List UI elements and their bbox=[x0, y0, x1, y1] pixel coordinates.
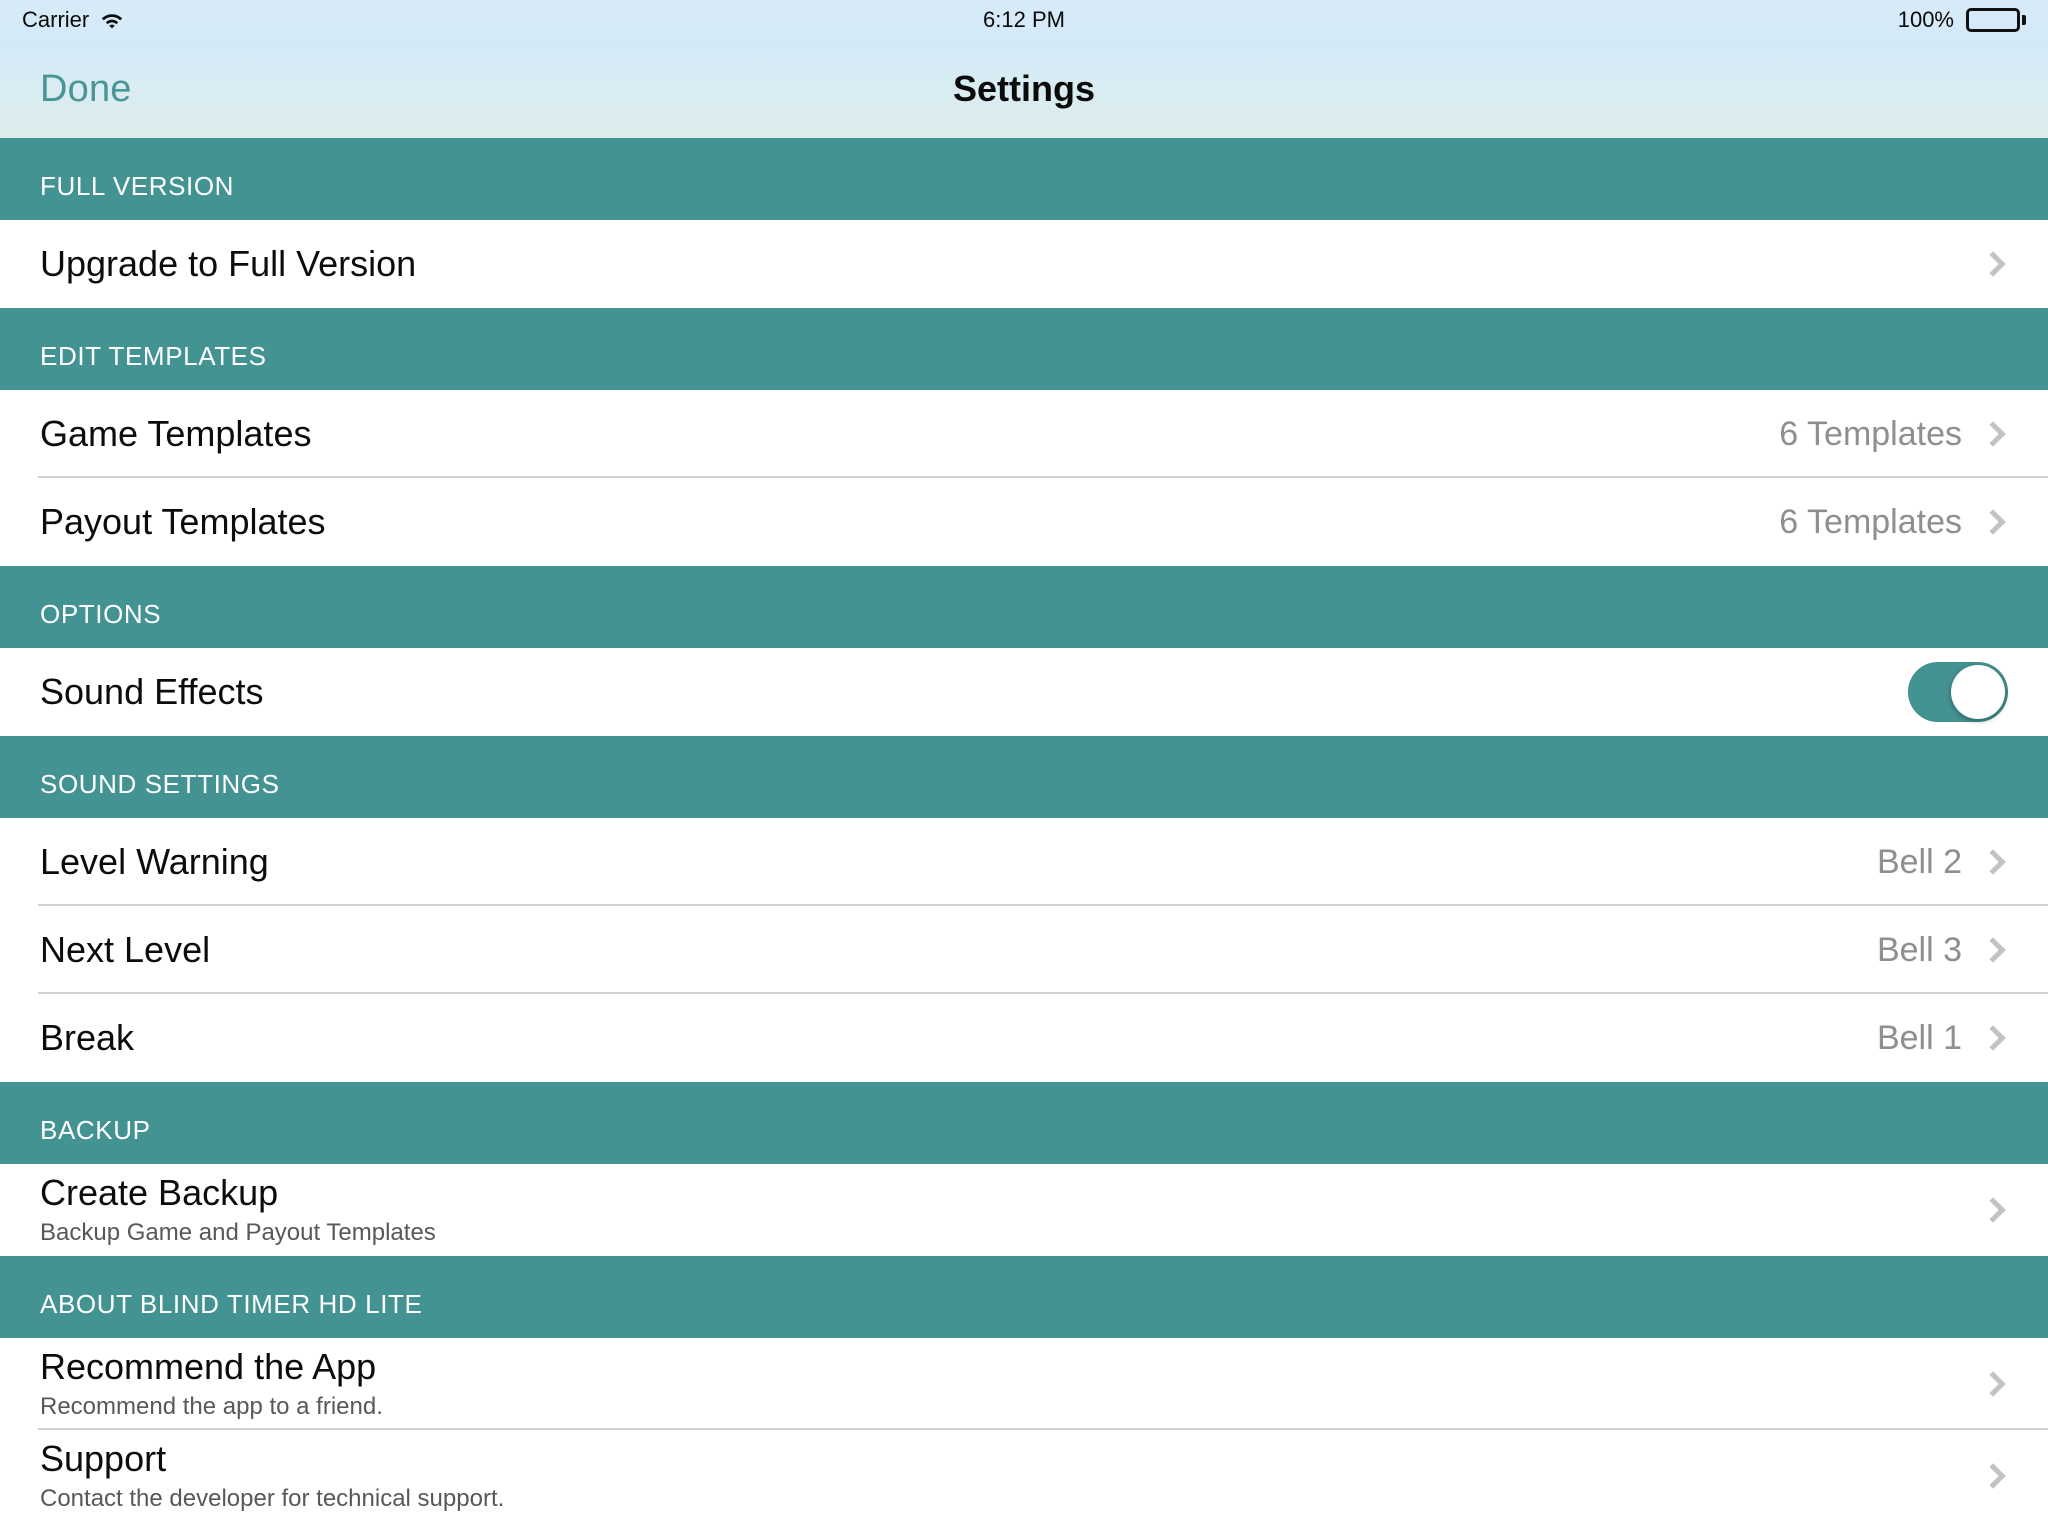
section-header: BACKUP bbox=[0, 1082, 2048, 1164]
row-title: Level Warning bbox=[40, 841, 269, 883]
row-text: Next Level bbox=[40, 929, 210, 971]
row-subtitle: Recommend the app to a friend. bbox=[40, 1393, 383, 1421]
row-text: Payout Templates bbox=[40, 501, 326, 543]
row-subtitle: Contact the developer for technical supp… bbox=[40, 1485, 505, 1513]
row-text: Upgrade to Full Version bbox=[40, 243, 416, 285]
status-bar-center: 6:12 PM bbox=[0, 0, 2048, 40]
chevron-right-icon bbox=[1980, 421, 2006, 447]
row-accessory: 6 Templates bbox=[1779, 415, 2008, 454]
row-title: Break bbox=[40, 1017, 135, 1059]
row-accessory bbox=[1980, 1463, 2008, 1489]
settings-row[interactable]: Recommend the App Recommend the app to a … bbox=[0, 1338, 2048, 1430]
sound-effects-toggle[interactable] bbox=[1908, 662, 2008, 722]
row-text: Sound Effects bbox=[40, 671, 264, 713]
row-title: Recommend the App bbox=[40, 1345, 377, 1387]
section-group: Level Warning Bell 2 Next Level Bell 3 Break… bbox=[0, 818, 2048, 1082]
row-accessory bbox=[1980, 1197, 2008, 1223]
row-detail-value: 6 Templates bbox=[1779, 414, 1962, 453]
settings-row[interactable]: Break Bell 1 bbox=[0, 994, 2048, 1082]
page-title: Settings bbox=[952, 68, 1095, 109]
settings-list: FULL VERSION Upgrade to Full Version EDIT … bbox=[0, 138, 2048, 1522]
row-accessory: Bell 3 bbox=[1877, 931, 2008, 970]
row-title: Upgrade to Full Version bbox=[40, 243, 417, 285]
status-bar: Carrier 6:12 PM 100% bbox=[0, 0, 2048, 40]
row-text: Game Templates bbox=[40, 413, 311, 455]
chevron-right-icon bbox=[1980, 1371, 2006, 1397]
clock-label: 6:12 PM bbox=[983, 7, 1065, 32]
wifi-icon bbox=[99, 10, 125, 30]
row-accessory: Bell 2 bbox=[1877, 843, 2008, 882]
row-text: Recommend the App Recommend the app to a … bbox=[40, 1346, 383, 1423]
row-title: Sound Effects bbox=[40, 671, 264, 713]
row-detail-value: 6 Templates bbox=[1779, 502, 1962, 541]
section-group: Upgrade to Full Version bbox=[0, 220, 2048, 308]
row-title: Next Level bbox=[40, 929, 211, 971]
settings-row[interactable]: Next Level Bell 3 bbox=[0, 906, 2048, 994]
chevron-right-icon bbox=[1980, 849, 2006, 875]
section-group: Sound Effects bbox=[0, 648, 2048, 736]
section-header: SOUND SETTINGS bbox=[0, 736, 2048, 818]
section-header: ABOUT BLIND TIMER HD LITE bbox=[0, 1256, 2048, 1338]
chevron-right-icon bbox=[1980, 1025, 2006, 1051]
row-detail-value: Bell 2 bbox=[1876, 842, 1962, 881]
settings-row[interactable]: Upgrade to Full Version bbox=[0, 220, 2048, 308]
row-accessory: Bell 1 bbox=[1877, 1019, 2008, 1058]
row-accessory: 6 Templates bbox=[1779, 503, 2008, 542]
row-text: Create Backup Backup Game and Payout Temp… bbox=[40, 1172, 436, 1249]
settings-row[interactable]: Level Warning Bell 2 bbox=[0, 818, 2048, 906]
section-header: EDIT TEMPLATES bbox=[0, 308, 2048, 390]
row-accessory bbox=[1980, 251, 2008, 277]
row-text: Support Contact the developer for technic… bbox=[40, 1438, 504, 1515]
row-text: Level Warning bbox=[40, 841, 269, 883]
battery-full-icon bbox=[1966, 8, 2026, 32]
carrier-label: Carrier bbox=[22, 7, 90, 32]
settings-row[interactable]: Create Backup Backup Game and Payout Temp… bbox=[0, 1164, 2048, 1256]
settings-row[interactable]: Game Templates 6 Templates bbox=[0, 390, 2048, 478]
chevron-right-icon bbox=[1980, 509, 2006, 535]
status-bar-left: Carrier bbox=[22, 7, 125, 33]
row-text: Break bbox=[40, 1017, 134, 1059]
settings-row[interactable]: Payout Templates 6 Templates bbox=[0, 478, 2048, 566]
row-detail-value: Bell 1 bbox=[1876, 1018, 1962, 1057]
row-subtitle: Backup Game and Payout Templates bbox=[40, 1219, 436, 1247]
toggle-knob bbox=[1951, 665, 2005, 719]
section-group: Create Backup Backup Game and Payout Temp… bbox=[0, 1164, 2048, 1256]
chevron-right-icon bbox=[1980, 1197, 2006, 1223]
row-title: Create Backup bbox=[40, 1171, 279, 1213]
chevron-right-icon bbox=[1980, 1463, 2006, 1489]
row-title: Support bbox=[40, 1437, 167, 1479]
section-group: Recommend the App Recommend the app to a … bbox=[0, 1338, 2048, 1522]
chevron-right-icon bbox=[1980, 937, 2006, 963]
section-header: OPTIONS bbox=[0, 566, 2048, 648]
row-title: Game Templates bbox=[40, 413, 312, 455]
status-bar-right: 100% bbox=[1898, 7, 2026, 33]
row-accessory bbox=[1908, 662, 2008, 722]
chevron-right-icon bbox=[1980, 251, 2006, 277]
section-group: Game Templates 6 Templates Payout Template… bbox=[0, 390, 2048, 566]
settings-row[interactable]: Support Contact the developer for technic… bbox=[0, 1430, 2048, 1522]
settings-screen: Carrier 6:12 PM 100% Done Settings FULL bbox=[0, 0, 2048, 1536]
settings-row[interactable]: Sound Effects bbox=[0, 648, 2048, 736]
section-header: FULL VERSION bbox=[0, 138, 2048, 220]
navigation-bar: Done Settings bbox=[0, 40, 2048, 138]
row-title: Payout Templates bbox=[40, 501, 326, 543]
battery-percent-label: 100% bbox=[1897, 7, 1954, 32]
row-accessory bbox=[1980, 1371, 2008, 1397]
row-detail-value: Bell 3 bbox=[1876, 930, 1962, 969]
